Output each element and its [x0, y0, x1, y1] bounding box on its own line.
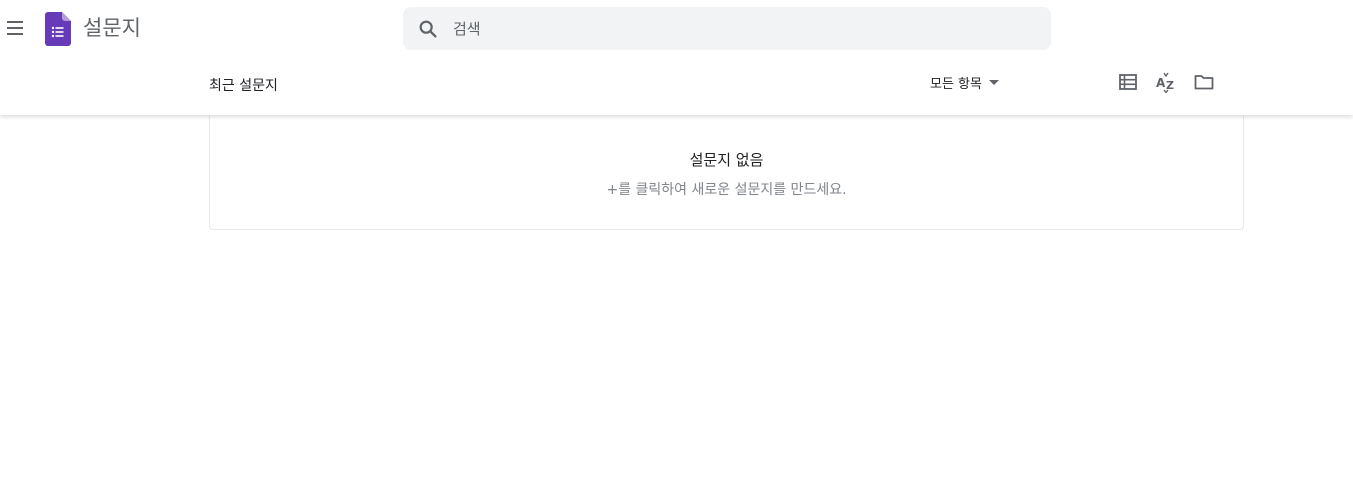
search-input[interactable] — [453, 7, 1033, 50]
menu-icon-bar — [7, 33, 23, 35]
sort-az-icon[interactable]: A Z — [1155, 71, 1177, 94]
empty-state-subtitle: +를 클릭하여 새로운 설문지를 만드세요. — [606, 182, 847, 198]
empty-state-card: 설문지 없음 +를 클릭하여 새로운 설문지를 만드세요. — [209, 115, 1244, 230]
main-menu-button[interactable] — [4, 16, 26, 40]
top-app-bar: 설문지 최근 설문지 모든 항목 A Z — [0, 0, 1353, 115]
menu-icon-bar — [7, 21, 23, 23]
list-view-icon[interactable] — [1117, 71, 1139, 93]
filter-label: 모든 항목 — [930, 76, 982, 92]
dropdown-arrow-icon — [988, 79, 999, 85]
section-title: 최근 설문지 — [209, 78, 278, 94]
owner-filter-dropdown[interactable]: 모든 항목 — [930, 72, 999, 92]
empty-state-title: 설문지 없음 — [689, 151, 764, 169]
app-title[interactable]: 설문지 — [83, 14, 141, 42]
forms-logo-icon[interactable] — [45, 12, 71, 46]
menu-icon-bar — [7, 27, 23, 29]
svg-text:A: A — [1156, 76, 1166, 90]
search-icon[interactable] — [417, 18, 439, 40]
search-bar[interactable] — [403, 7, 1051, 50]
folder-icon[interactable] — [1193, 71, 1215, 93]
